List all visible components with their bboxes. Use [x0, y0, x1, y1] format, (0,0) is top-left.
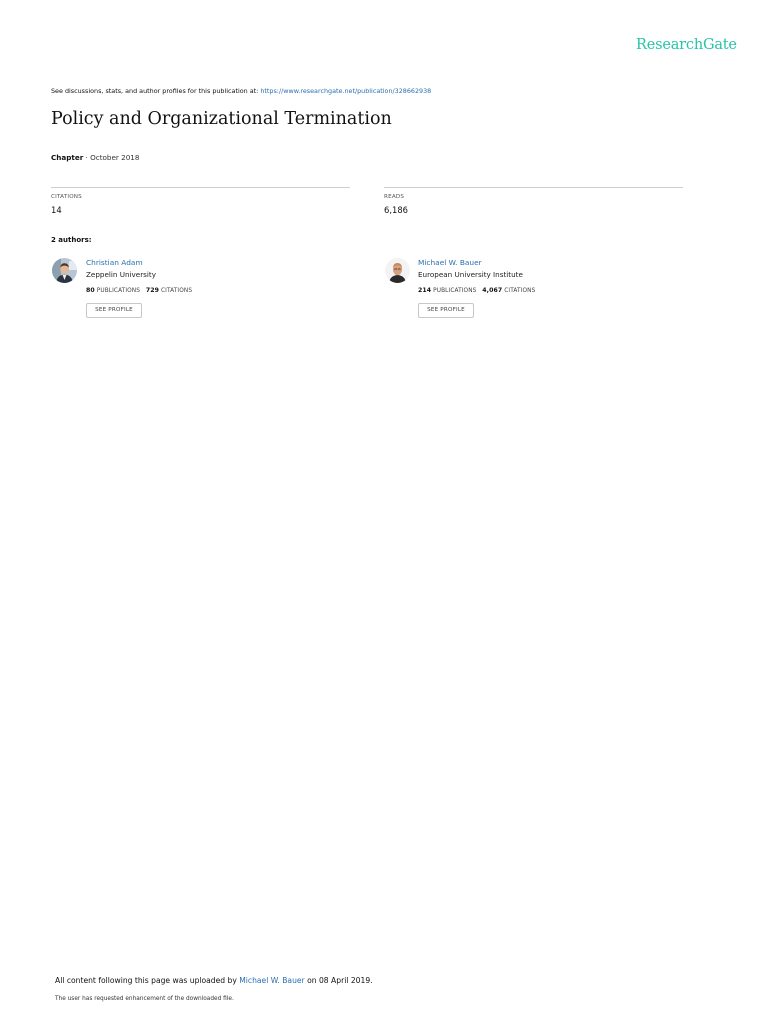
upload-prefix: All content following this page was uplo… [55, 976, 240, 985]
author-avatar-michael-w-bauer[interactable] [385, 258, 410, 283]
author-citations-label: CITATIONS [161, 288, 193, 294]
author-name-link[interactable]: Christian Adam [86, 258, 143, 267]
page-title: Policy and Organizational Termination [51, 109, 392, 129]
reads-label: READS [384, 194, 405, 200]
author-stats: 80 PUBLICATIONS 729 CITATIONS [86, 287, 192, 294]
publication-link[interactable]: https://www.researchgate.net/publication… [260, 87, 431, 95]
publication-type: Chapter [51, 153, 84, 162]
researchgate-logo[interactable]: ResearchGate [636, 37, 737, 53]
author-stats: 214 PUBLICATIONS 4,067 CITATIONS [418, 287, 535, 294]
author-institution: Zeppelin University [86, 270, 156, 279]
author-publications-label: PUBLICATIONS [433, 288, 477, 294]
citations-divider [51, 187, 350, 188]
citations-label: CITATIONS [51, 194, 82, 200]
upload-suffix: on 08 April 2019. [304, 976, 373, 985]
author-citations-count: 4,067 [482, 287, 503, 294]
see-profile-button[interactable]: SEE PROFILE [418, 303, 474, 318]
author-publications-label: PUBLICATIONS [96, 288, 141, 294]
author-institution: European University Institute [418, 270, 523, 279]
uploader-link[interactable]: Michael W. Bauer [239, 976, 304, 985]
author-avatar-christian-adam[interactable] [52, 258, 77, 283]
discussion-line: See discussions, stats, and author profi… [51, 87, 431, 95]
author-publications-count: 80 [86, 287, 95, 294]
authors-heading: 2 authors: [51, 236, 92, 244]
author-publications-count: 214 [418, 287, 432, 294]
author-citations-count: 729 [145, 287, 160, 294]
author-citations-label: CITATIONS [504, 288, 536, 294]
upload-notice: All content following this page was uplo… [55, 976, 373, 985]
discussion-text: See discussions, stats, and author profi… [51, 87, 261, 95]
enhancement-note: The user has requested enhancement of th… [55, 996, 234, 1002]
author-name-link[interactable]: Michael W. Bauer [418, 258, 482, 267]
see-profile-button[interactable]: SEE PROFILE [86, 303, 142, 318]
publication-meta: Chapter · October 2018 [51, 153, 139, 162]
publication-date: · October 2018 [83, 153, 140, 162]
citations-count: 14 [51, 205, 62, 215]
reads-count: 6,186 [384, 205, 408, 215]
reads-divider [384, 187, 683, 188]
